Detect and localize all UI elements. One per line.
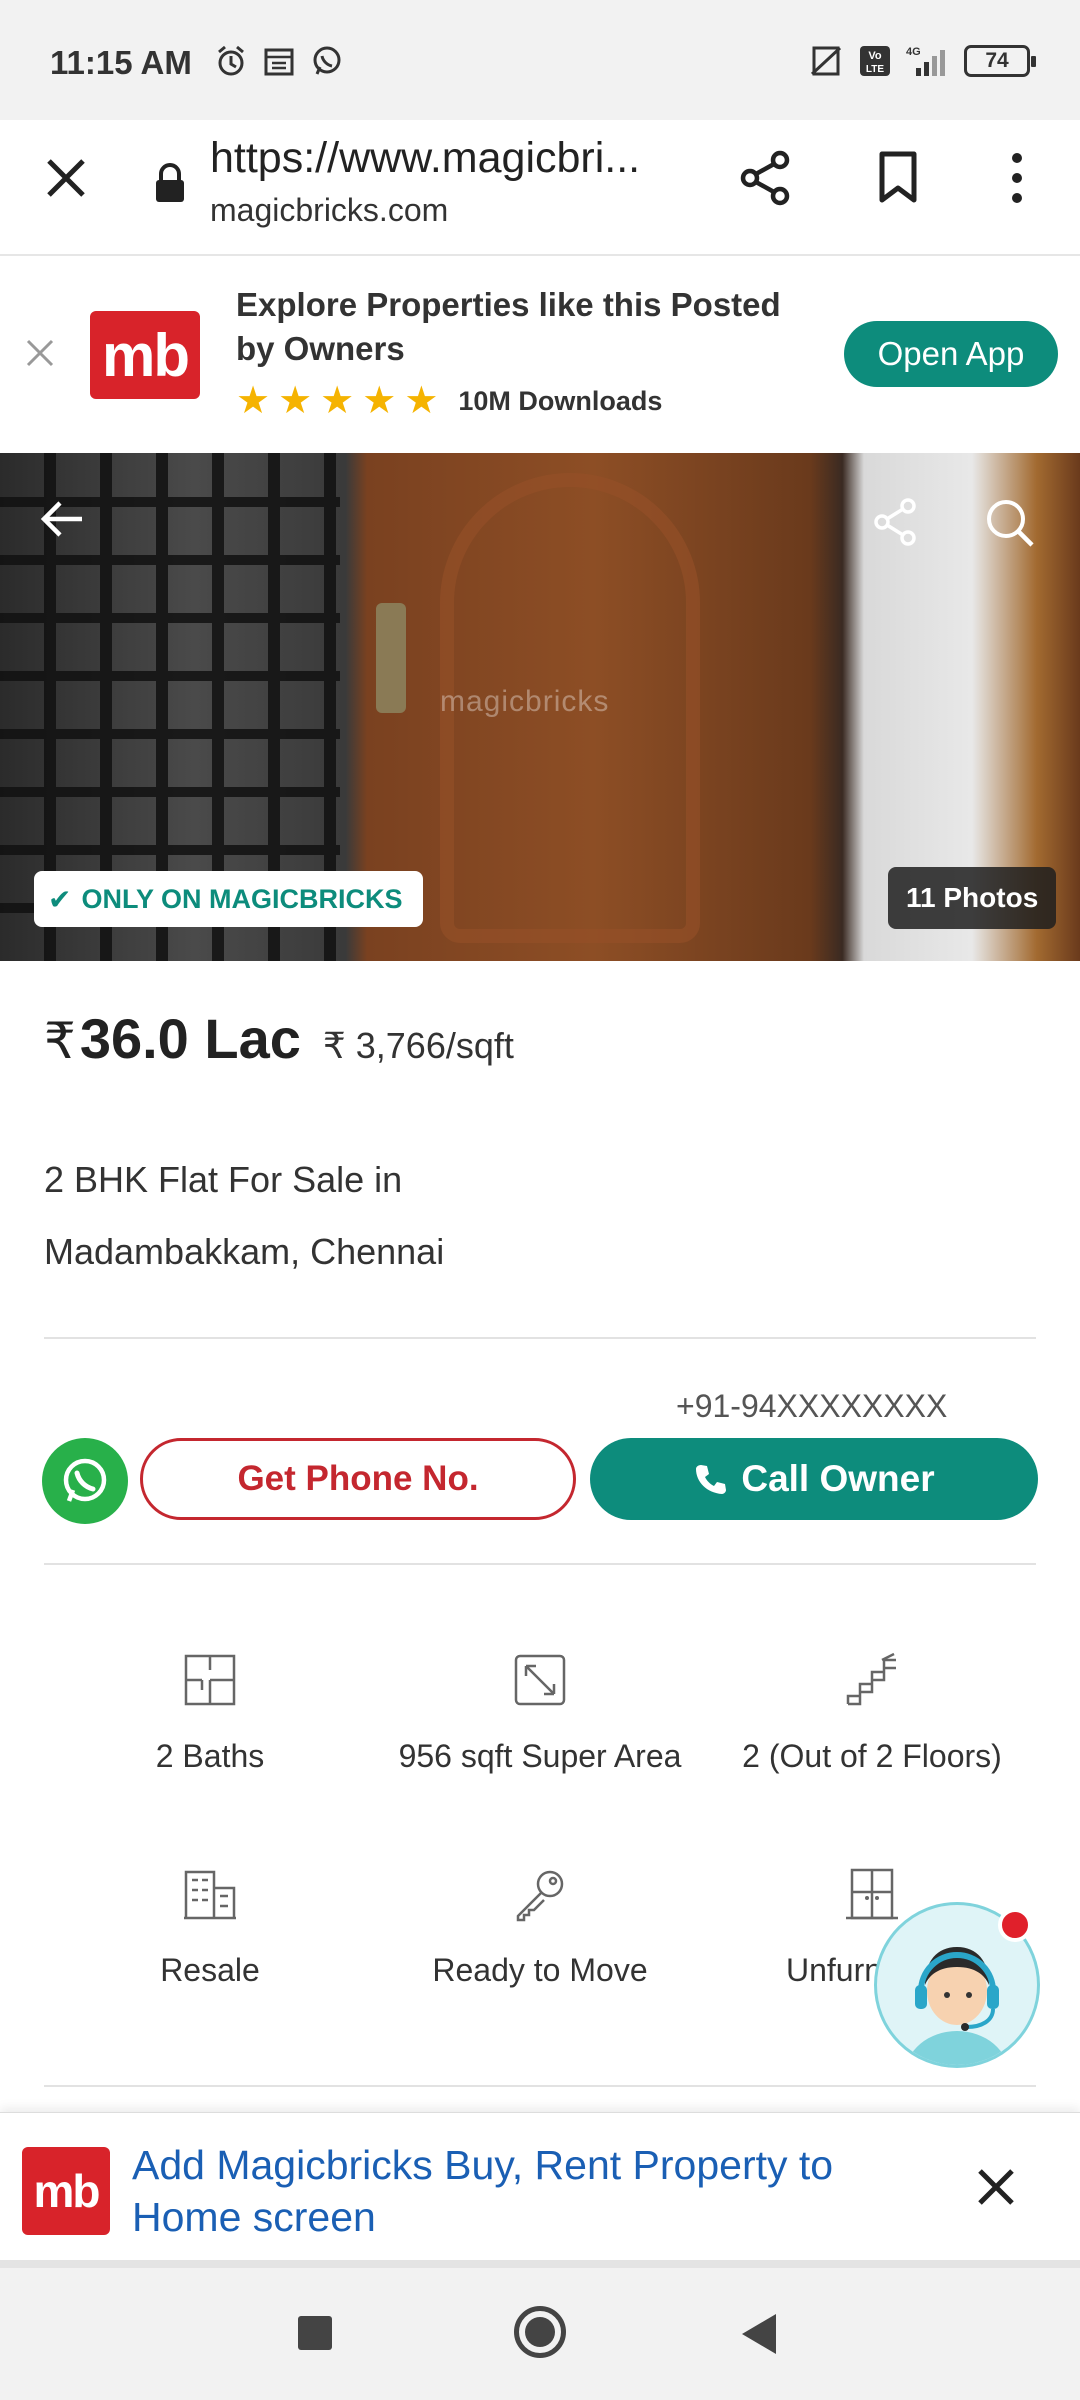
back-nav-button[interactable] <box>742 2314 776 2354</box>
photo-search-button[interactable] <box>984 497 1036 554</box>
divider <box>44 1563 1036 1565</box>
key-icon <box>516 1870 564 1922</box>
close-icon <box>26 339 54 367</box>
star-icon: ★ <box>236 380 271 422</box>
feature-label: 2 (Out of 2 Floors) <box>742 1738 1002 1774</box>
door-icon <box>846 1868 898 1920</box>
feature-area: 956 sqft Super Area <box>370 1652 710 1775</box>
lock-icon <box>156 163 184 202</box>
promo-close-button[interactable] <box>20 333 60 378</box>
price-per-sqft: ₹ 3,766/sqft <box>322 1025 514 1066</box>
masked-phone-number: +91-94XXXXXXXX <box>676 1388 948 1424</box>
check-icon: ✔ <box>48 883 72 915</box>
phone-icon <box>696 1465 727 1494</box>
building-icon <box>184 1870 236 1920</box>
divider <box>44 1337 1036 1339</box>
bookmark-button[interactable] <box>874 150 922 211</box>
close-icon <box>47 159 85 197</box>
listing-title: 2 BHK Flat For Sale in Madambakkam, Chen… <box>44 1144 744 1288</box>
home-button[interactable] <box>514 2306 566 2358</box>
svg-text:4G: 4G <box>906 46 921 58</box>
no-sim-icon <box>810 46 842 76</box>
badge-label: ONLY ON MAGICBRICKS <box>81 883 403 914</box>
feature-label: 2 Baths <box>155 1738 265 1774</box>
feature-label: Ready to Move <box>432 1952 648 1988</box>
address-domain[interactable]: magicbricks.com <box>210 192 448 229</box>
open-app-button[interactable]: Open App <box>844 321 1058 387</box>
feature-transaction: Resale <box>40 1866 380 1989</box>
add-to-home-close-button[interactable] <box>972 2163 1020 2216</box>
whatsapp-icon <box>63 1458 107 1502</box>
battery-icon: 74 <box>964 45 1036 77</box>
star-icon: ★ <box>362 380 397 422</box>
currency-symbol: ₹ <box>44 1013 76 1069</box>
more-vert-icon <box>1012 153 1022 203</box>
browser-toolbar: https://www.magicbri... magicbricks.com <box>0 120 1080 256</box>
calendar-icon <box>264 48 294 76</box>
promo-downloads: 10M Downloads <box>458 385 663 416</box>
whatsapp-icon <box>313 46 341 75</box>
signal-icon: 4G <box>906 46 945 76</box>
star-icon: ★ <box>320 380 355 422</box>
add-to-home-text[interactable]: Add Magicbricks Buy, Rent Property to Ho… <box>132 2139 912 2243</box>
back-button[interactable] <box>38 497 86 546</box>
floorplan-icon <box>184 1654 236 1706</box>
feature-baths: 2 Baths <box>40 1652 380 1775</box>
share-icon <box>874 498 916 546</box>
status-icons-right: Vo LTE 4G 74 <box>808 44 1036 78</box>
overflow-menu-button[interactable] <box>1000 150 1034 211</box>
price-amount: 36.0 Lac <box>79 1007 301 1070</box>
svg-text:LTE: LTE <box>866 64 884 75</box>
magicbricks-logo: mb <box>90 311 200 399</box>
photos-count-button[interactable]: 11 Photos <box>888 867 1057 929</box>
area-icon <box>514 1654 566 1706</box>
photo-share-button[interactable] <box>872 497 918 552</box>
status-time: 11:15 AM <box>50 44 192 81</box>
alarm-icon <box>218 45 244 76</box>
status-icons-left <box>214 44 344 78</box>
feature-status: Ready to Move <box>370 1866 710 1989</box>
app-promo-banner: mb Explore Properties like this Posted b… <box>0 257 1080 453</box>
promo-title: Explore Properties like this Posted by O… <box>236 286 781 367</box>
close-tab-button[interactable] <box>38 150 94 206</box>
arrow-back-icon <box>40 501 82 537</box>
share-icon <box>740 150 790 206</box>
photo-door-handle <box>376 603 406 713</box>
notification-dot <box>998 1908 1032 1942</box>
svg-text:Vo: Vo <box>868 50 882 62</box>
recents-button[interactable] <box>298 2316 332 2350</box>
get-phone-number-button[interactable]: Get Phone No. <box>140 1438 576 1520</box>
address-url[interactable]: https://www.magicbri... <box>210 134 680 183</box>
only-on-magicbricks-badge: ✔ ONLY ON MAGICBRICKS <box>34 871 423 927</box>
status-bar: 11:15 AM Vo LTE 4G 74 <box>0 0 1080 120</box>
price-block: ₹ 36.0 Lac ₹ 3,766/sqft <box>44 1006 514 1071</box>
search-icon <box>987 500 1034 547</box>
whatsapp-button[interactable] <box>42 1438 128 1524</box>
feature-label: 956 sqft Super Area <box>398 1738 682 1774</box>
listing-title-line1: 2 BHK Flat For Sale in <box>44 1159 403 1200</box>
volte-icon: Vo LTE <box>860 46 890 76</box>
stairs-icon <box>846 1652 896 1706</box>
call-owner-button[interactable]: Call Owner <box>590 1438 1038 1520</box>
listing-title-line2: Madambakkam, Chennai <box>44 1231 445 1272</box>
star-icon: ★ <box>278 380 313 422</box>
system-navigation-bar <box>0 2268 1080 2400</box>
promo-rating: ★ ★ ★ ★ ★ 10M Downloads <box>236 382 662 420</box>
photo-watermark: magicbricks <box>440 685 610 718</box>
feature-label: Resale <box>160 1952 260 1988</box>
call-owner-label: Call Owner <box>741 1458 935 1499</box>
share-button[interactable] <box>738 150 794 211</box>
magicbricks-logo: mb <box>22 2147 110 2235</box>
feature-floors: 2 (Out of 2 Floors) <box>702 1652 1042 1775</box>
bookmark-icon <box>879 151 917 203</box>
star-icon: ★ <box>404 380 439 422</box>
add-to-home-banner[interactable]: mb Add Magicbricks Buy, Rent Property to… <box>0 2112 1080 2268</box>
divider <box>44 2085 1036 2087</box>
close-icon <box>978 2169 1014 2205</box>
property-photo[interactable]: magicbricks ✔ ONLY ON MAGICBRICKS 11 Pho… <box>0 453 1080 961</box>
